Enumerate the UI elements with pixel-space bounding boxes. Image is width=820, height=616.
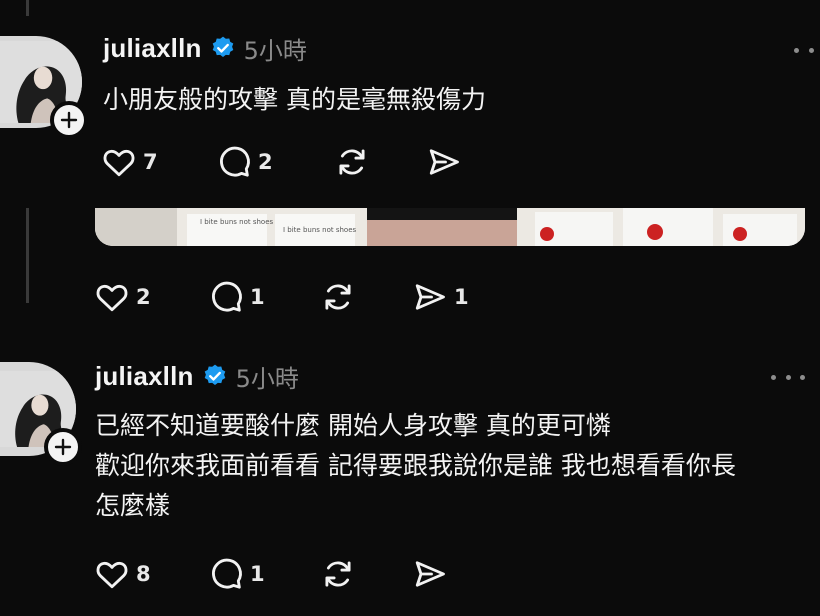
- reply-count: 1: [250, 285, 265, 309]
- follow-button[interactable]: [44, 428, 82, 466]
- reply-button[interactable]: 2: [216, 142, 334, 182]
- post-text-line: 小朋友般的攻擊 真的是毫無殺傷力: [103, 85, 486, 114]
- share-button[interactable]: 1: [412, 277, 469, 317]
- post-text-line: 歡迎你來我面前看看 記得要跟我說你是誰 我也想看看你長: [95, 451, 736, 480]
- reply-button[interactable]: 1: [208, 277, 320, 317]
- username[interactable]: juliaxlln: [103, 33, 202, 64]
- like-count: 2: [136, 285, 151, 309]
- reply-button[interactable]: 1: [208, 554, 320, 594]
- send-icon: [412, 279, 448, 315]
- like-count: 7: [143, 150, 158, 174]
- comment-icon: [216, 144, 252, 180]
- share-button[interactable]: [412, 554, 448, 594]
- reply-count: 1: [250, 562, 265, 586]
- share-count: 1: [454, 285, 469, 309]
- image-caption: I bite buns not shoes: [200, 218, 274, 226]
- repost-icon: [334, 144, 370, 180]
- like-button[interactable]: 8: [94, 554, 208, 594]
- more-icon[interactable]: [771, 371, 805, 383]
- more-icon[interactable]: [794, 44, 820, 56]
- comment-icon: [208, 279, 244, 315]
- repost-button[interactable]: [320, 554, 412, 594]
- like-button[interactable]: 2: [94, 277, 208, 317]
- repost-button[interactable]: [334, 142, 426, 182]
- follow-button[interactable]: [50, 101, 88, 139]
- thread-line: [26, 0, 29, 16]
- verified-badge-icon: [210, 35, 236, 61]
- post-text-line: 怎麼樣: [95, 491, 171, 520]
- thread-line: [26, 208, 29, 303]
- like-count: 8: [136, 562, 151, 586]
- heart-icon: [94, 279, 130, 315]
- post-text-line: 已經不知道要酸什麼 開始人身攻擊 真的更可憐: [95, 411, 611, 440]
- reply-count: 2: [258, 150, 273, 174]
- post-text: 小朋友般的攻擊 真的是毫無殺傷力: [103, 82, 486, 118]
- post-image[interactable]: [95, 208, 805, 246]
- timestamp: 5小時: [243, 36, 307, 65]
- plus-icon: [59, 110, 79, 130]
- username[interactable]: juliaxlln: [95, 361, 194, 392]
- send-icon: [412, 556, 448, 592]
- send-icon: [426, 144, 462, 180]
- repost-button[interactable]: [320, 277, 412, 317]
- share-button[interactable]: [426, 142, 462, 182]
- heart-icon: [94, 556, 130, 592]
- like-button[interactable]: 7: [101, 142, 216, 182]
- repost-icon: [320, 556, 356, 592]
- comment-icon: [208, 556, 244, 592]
- timestamp: 5小時: [235, 364, 299, 393]
- heart-icon: [101, 144, 137, 180]
- verified-badge-icon: [202, 363, 228, 389]
- plus-icon: [53, 437, 73, 457]
- post-text: 已經不知道要酸什麼 開始人身攻擊 真的更可憐 歡迎你來我面前看看 記得要跟我說你…: [95, 406, 736, 526]
- image-caption: I bite buns not shoes: [283, 226, 357, 234]
- repost-icon: [320, 279, 356, 315]
